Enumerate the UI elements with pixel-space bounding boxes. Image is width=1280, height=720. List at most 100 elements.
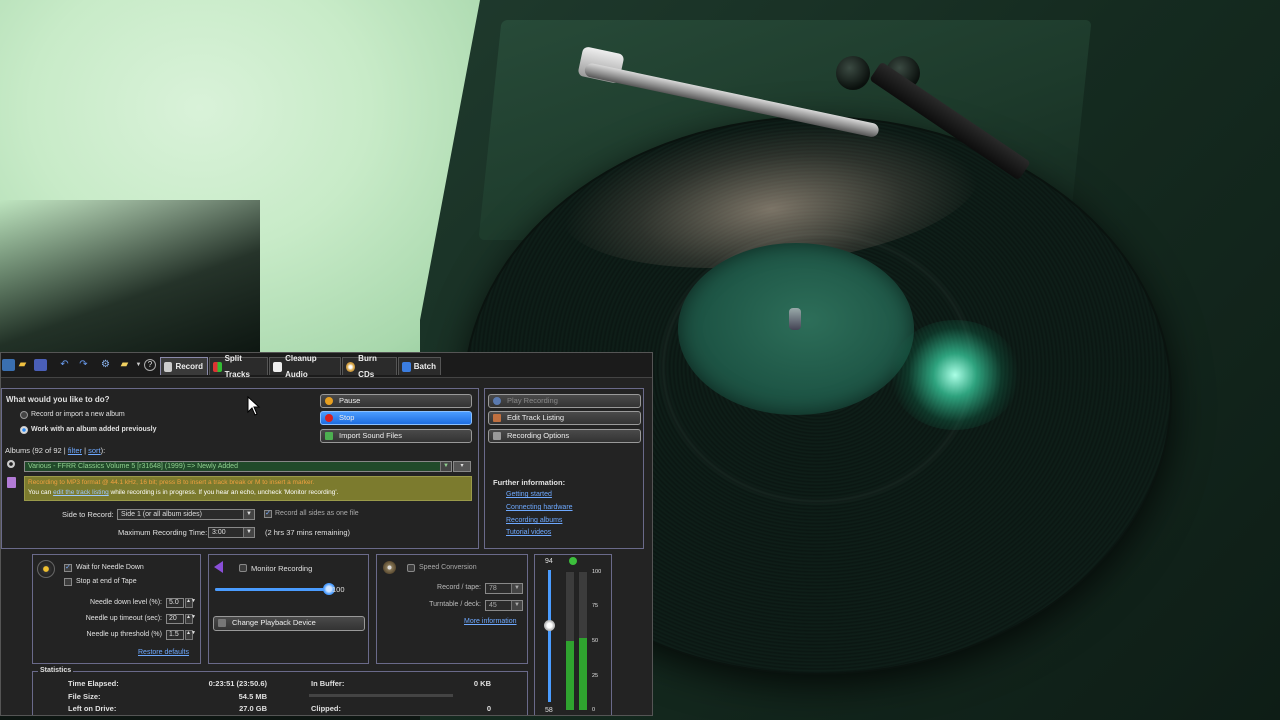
- further-info-title: Further information:: [493, 478, 566, 487]
- wait-needle-down-checkbox[interactable]: ✓: [64, 564, 72, 572]
- volume-slider-track[interactable]: [215, 588, 329, 591]
- record-all-sides-checkbox[interactable]: ✓: [264, 510, 272, 518]
- chevron-down-icon: ▼: [243, 528, 254, 537]
- left-on-drive-label: Left on Drive:: [68, 704, 117, 713]
- edit-track-listing-button[interactable]: Edit Track Listing: [488, 411, 641, 425]
- radio-new-album[interactable]: [20, 411, 28, 419]
- gain-slider-thumb[interactable]: [544, 620, 555, 631]
- record-all-sides-label: Record all sides as one file: [275, 510, 359, 517]
- monitor-recording-checkbox[interactable]: [239, 564, 247, 572]
- undo-icon[interactable]: ↶: [58, 359, 71, 371]
- needle-down-level-label: Needle down level (%):: [90, 599, 162, 606]
- in-buffer-value: 0 KB: [473, 679, 491, 688]
- tab-label: Batch: [413, 361, 436, 371]
- restore-defaults-link[interactable]: Restore defaults: [138, 649, 189, 656]
- import-label: Import Sound Files: [339, 431, 402, 440]
- help-icon[interactable]: ?: [144, 359, 156, 371]
- speed-conversion-checkbox[interactable]: [407, 564, 415, 572]
- left-on-drive-value: 27.0 GB: [239, 704, 267, 713]
- needle-down-level-input[interactable]: 5.0: [166, 598, 184, 608]
- tab-label: Cleanup Audio: [285, 353, 317, 379]
- knob: [836, 56, 870, 90]
- clipped-label: Clipped:: [311, 704, 341, 713]
- needle-down-level-spinner[interactable]: ▲▼: [185, 598, 196, 608]
- needle-up-threshold-spinner[interactable]: ▲▼: [185, 630, 196, 640]
- radio-previous-album-label: Work with an album added previously: [31, 426, 157, 433]
- needle-panel: ✓ Wait for Needle Down Stop at end of Ta…: [32, 554, 201, 664]
- tutorial-videos-link[interactable]: Tutorial videos: [506, 529, 551, 536]
- meter-scale-100: 100: [592, 569, 602, 575]
- right-channel-level: [579, 638, 587, 710]
- albums-count: Albums (92 of 92 |: [5, 446, 66, 455]
- notice-text: You can: [28, 489, 52, 496]
- cleanup-audio-icon: [273, 361, 283, 372]
- recording-options-button[interactable]: Recording Options: [488, 429, 641, 443]
- sort-link[interactable]: sort: [88, 446, 101, 455]
- gain-slider-track[interactable]: [548, 570, 551, 702]
- recording-albums-link[interactable]: Recording albums: [506, 517, 562, 524]
- volume-slider-fill: [215, 588, 329, 591]
- chevron-down-icon: ▼: [243, 510, 254, 519]
- time-elapsed-label: Time Elapsed:: [68, 679, 119, 688]
- getting-started-link[interactable]: Getting started: [506, 491, 552, 498]
- change-playback-device-label: Change Playback Device: [232, 618, 316, 627]
- max-time-select[interactable]: 3:00 ▼: [208, 527, 255, 538]
- speed-icon: [383, 561, 396, 574]
- record-tape-label: Record / tape:: [437, 584, 481, 591]
- filter-link[interactable]: filter: [68, 446, 82, 455]
- stop-button[interactable]: Stop: [320, 411, 472, 425]
- needle-up-threshold-input[interactable]: 1.5: [166, 630, 184, 640]
- album-select-value: Various - FFRR Classics Volume 5 [r31648…: [28, 463, 238, 470]
- album-menu-button[interactable]: ▾: [453, 461, 471, 472]
- meter-scale-50: 50: [592, 638, 599, 644]
- file-size-label: File Size:: [68, 692, 101, 701]
- clipped-value: 0: [486, 704, 491, 713]
- radio-previous-album[interactable]: [20, 426, 28, 434]
- stop-end-tape-label: Stop at end of Tape: [76, 578, 137, 585]
- monitor-recording-label: Monitor Recording: [251, 564, 313, 573]
- tab-split-tracks[interactable]: Split Tracks: [209, 354, 268, 379]
- record-disc-icon: [7, 460, 15, 468]
- tab-burn-cds[interactable]: Burn CDs: [342, 354, 397, 379]
- pause-button[interactable]: Pause: [320, 394, 472, 408]
- more-information-link[interactable]: More information: [464, 618, 517, 625]
- open-folder-icon[interactable]: ▰: [16, 359, 29, 371]
- split-tracks-icon: [213, 361, 222, 372]
- import-sound-files-button[interactable]: Import Sound Files: [320, 429, 472, 443]
- turntable-deck-select[interactable]: 45 ▼: [485, 600, 523, 611]
- needle-up-threshold-label: Needle up threshold (%): [86, 631, 163, 638]
- albums-suffix: ):: [100, 446, 106, 455]
- notice-line-2: You can edit the track listing while rec…: [28, 488, 468, 498]
- change-playback-device-button[interactable]: Change Playback Device: [213, 616, 365, 631]
- connecting-hardware-link[interactable]: Connecting hardware: [506, 504, 573, 511]
- statistics-panel: Statistics Time Elapsed: 0:23:51 (23:50.…: [32, 667, 528, 715]
- tab-record[interactable]: Record: [160, 357, 208, 375]
- redo-icon[interactable]: ↷: [77, 359, 90, 371]
- tab-cleanup-audio[interactable]: Cleanup Audio: [269, 354, 341, 379]
- needle-up-timeout-spinner[interactable]: ▲▼: [185, 614, 196, 624]
- settings-gear-icon[interactable]: ⚙: [99, 359, 112, 371]
- tab-label: Split Tracks: [224, 353, 250, 379]
- right-channel-meter: [578, 571, 588, 711]
- tab-label: Burn CDs: [358, 353, 377, 379]
- clip-indicator-icon: [569, 557, 577, 565]
- new-icon[interactable]: [2, 359, 15, 371]
- volume-value: 100: [332, 585, 345, 594]
- save-icon[interactable]: [34, 359, 47, 371]
- needle-up-timeout-input[interactable]: 20: [166, 614, 184, 624]
- edit-track-listing-link[interactable]: edit the track listing: [53, 489, 109, 496]
- needle-up-timeout-label: Needle up timeout (sec):: [85, 615, 162, 622]
- play-recording-button[interactable]: Play Recording: [488, 394, 641, 408]
- wait-needle-down-label: Wait for Needle Down: [76, 564, 144, 571]
- folder-icon[interactable]: ▰: [118, 359, 131, 371]
- albums-header: Albums (92 of 92 | filter | sort):: [5, 446, 105, 455]
- recording-app-window: ▰ ↶ ↷ ⚙ ▰ ▼ ? Record Split Tracks Cleanu…: [0, 352, 653, 716]
- stop-end-tape-checkbox[interactable]: [64, 578, 72, 586]
- meter-scale-25: 25: [592, 673, 599, 679]
- album-select[interactable]: Various - FFRR Classics Volume 5 [r31648…: [24, 461, 452, 472]
- record-tape-select[interactable]: 78 ▼: [485, 583, 523, 594]
- meter-scale-75: 75: [592, 603, 599, 609]
- tab-batch[interactable]: Batch: [398, 357, 441, 375]
- side-select[interactable]: Side 1 (or all album sides) ▼: [117, 509, 255, 520]
- meter-top-value: 94: [545, 558, 553, 565]
